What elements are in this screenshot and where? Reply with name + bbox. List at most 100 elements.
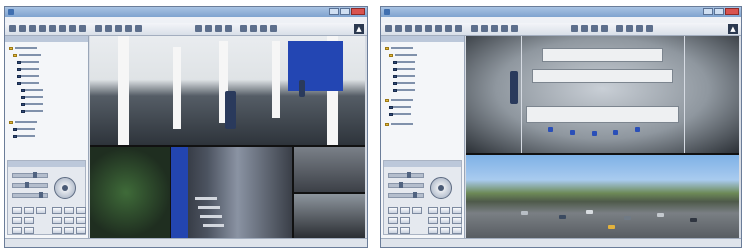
preset-button[interactable] [76,217,86,224]
tree-item[interactable] [17,81,39,85]
toolbar-button[interactable] [115,25,122,32]
preset-button[interactable] [428,227,438,234]
tree-item[interactable] [21,88,43,92]
preset-button[interactable] [452,227,462,234]
tree-item[interactable] [17,67,39,71]
preset-button[interactable] [440,217,450,224]
tree-item[interactable] [13,134,35,138]
preset-button[interactable] [452,207,462,214]
toolbar-button[interactable] [501,25,508,32]
toolbar-button[interactable] [481,25,488,32]
toolbar-button[interactable] [95,25,102,32]
tree-item[interactable] [17,60,39,64]
preset-button[interactable] [428,217,438,224]
tree-item[interactable] [389,105,411,109]
toolbar-button[interactable] [125,25,132,32]
toolbar-button[interactable] [626,25,633,32]
title-bar[interactable] [5,7,367,17]
preset-button[interactable] [12,227,22,234]
toolbar-button[interactable] [455,25,462,32]
tree-item[interactable] [21,102,43,106]
camera-view-plants[interactable] [90,147,170,238]
maximize-icon[interactable] [340,8,350,15]
preset-button[interactable] [36,207,46,214]
toolbar-button[interactable] [215,25,222,32]
preset-button[interactable] [52,227,62,234]
preset-button[interactable] [24,227,34,234]
preset-button[interactable] [388,227,398,234]
iris-slider[interactable] [12,192,48,198]
toolbar-button[interactable] [39,25,46,32]
toolbar-button[interactable] [591,25,598,32]
zoom-slider[interactable] [388,172,424,178]
tree-item[interactable] [385,98,413,102]
preset-button[interactable] [52,217,62,224]
toolbar-button[interactable] [105,25,112,32]
toolbar-button[interactable] [270,25,277,32]
preset-button[interactable] [64,217,74,224]
preset-button[interactable] [52,207,62,214]
toolbar-button[interactable] [59,25,66,32]
camera-view-stairwell[interactable] [171,147,293,238]
tree-item[interactable] [393,74,415,78]
toolbar-button[interactable] [135,25,142,32]
toolbar-button[interactable] [646,25,653,32]
preset-button[interactable] [76,207,86,214]
tree-item[interactable] [385,46,413,50]
tree-item[interactable] [393,81,415,85]
toolbar-button[interactable] [636,25,643,32]
tree-item[interactable] [9,120,37,124]
toolbar-button[interactable] [415,25,422,32]
preset-button[interactable] [400,207,410,214]
toolbar-button[interactable] [250,25,257,32]
toolbar-button[interactable] [395,25,402,32]
preset-button[interactable] [440,227,450,234]
camera-view-outdoor[interactable] [466,155,739,238]
preset-button[interactable] [400,227,410,234]
toolbar-button[interactable] [195,25,202,32]
tree-item[interactable] [21,95,43,99]
preset-button[interactable] [24,217,34,224]
focus-slider[interactable] [12,182,48,188]
toolbar-button[interactable] [9,25,16,32]
toolbar-button[interactable] [601,25,608,32]
toolbar-button[interactable] [435,25,442,32]
ptz-joystick-icon[interactable] [430,177,452,199]
preset-button[interactable] [388,207,398,214]
toolbar-button[interactable] [205,25,212,32]
title-bar[interactable] [381,7,741,17]
toolbar-button[interactable] [29,25,36,32]
preset-button[interactable] [412,207,422,214]
camera-view-office[interactable] [466,36,739,154]
minimize-icon[interactable] [329,8,339,15]
tree-item[interactable] [393,67,415,71]
preset-button[interactable] [12,207,22,214]
ptz-joystick-icon[interactable] [54,177,76,199]
toolbar-button[interactable] [616,25,623,32]
preset-button[interactable] [76,227,86,234]
toolbar-button[interactable] [260,25,267,32]
toolbar-button[interactable] [445,25,452,32]
toolbar-button[interactable] [49,25,56,32]
toolbar-button[interactable] [385,25,392,32]
maximize-icon[interactable] [714,8,724,15]
preset-button[interactable] [428,207,438,214]
tree-item[interactable] [389,53,417,57]
toolbar-button[interactable] [79,25,86,32]
tree-item[interactable] [393,88,415,92]
zoom-slider[interactable] [12,172,48,178]
toolbar-button[interactable] [511,25,518,32]
tree-item[interactable] [13,53,41,57]
minimize-icon[interactable] [703,8,713,15]
toolbar-button[interactable] [425,25,432,32]
close-icon[interactable] [725,8,739,15]
camera-view-lobby[interactable] [90,36,365,146]
toolbar-button[interactable] [19,25,26,32]
camera-view-parking-1[interactable] [293,147,365,192]
tree-item[interactable] [389,112,411,116]
preset-button[interactable] [24,207,34,214]
toolbar-button[interactable] [405,25,412,32]
tree-item[interactable] [17,74,39,78]
toolbar-button[interactable] [581,25,588,32]
preset-button[interactable] [388,217,398,224]
